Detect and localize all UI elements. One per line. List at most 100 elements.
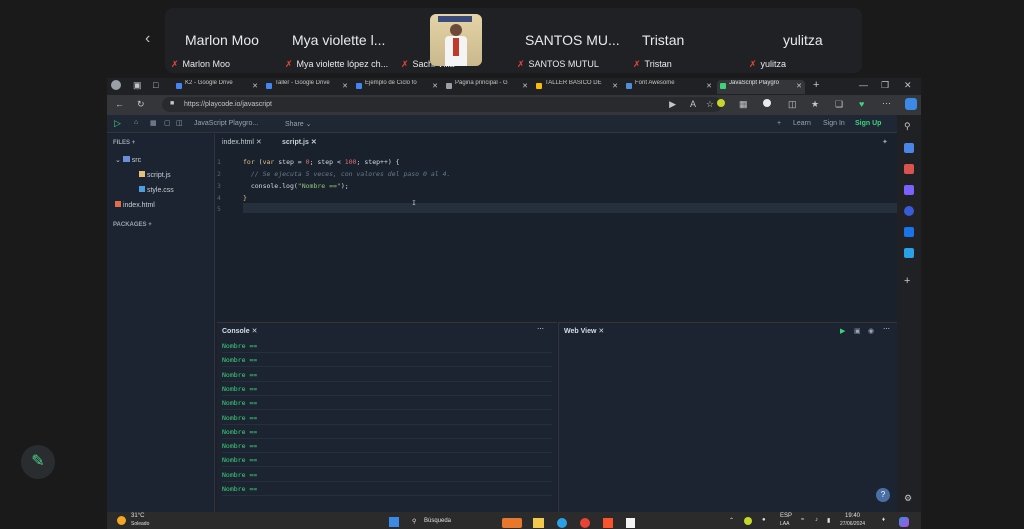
notifications-bell-icon[interactable]: ♦ — [882, 517, 885, 523]
new-tab-icon[interactable]: + — [813, 79, 819, 91]
window-close-icon[interactable]: ✕ — [904, 80, 912, 91]
chevron-up-icon[interactable]: ⌃ — [729, 517, 734, 524]
tab-taller-basico[interactable]: TALLER BÁSICO DE ✕ — [533, 80, 621, 94]
learn-link[interactable]: Learn — [793, 120, 811, 127]
refresh-icon[interactable]: ↻ — [137, 99, 145, 110]
close-icon[interactable]: ✕ — [432, 82, 438, 90]
close-icon[interactable]: ✕ — [598, 328, 604, 335]
shopping-icon[interactable] — [904, 143, 914, 153]
close-icon[interactable]: ✕ — [796, 82, 802, 90]
pencil-icon[interactable]: ✎ — [21, 445, 55, 479]
home-icon[interactable]: ⌂ — [134, 119, 138, 126]
copilot-icon[interactable] — [905, 98, 917, 110]
tools-icon[interactable] — [904, 164, 914, 174]
close-icon[interactable]: ✕ — [311, 139, 317, 146]
wifi-icon[interactable]: ≈ — [801, 517, 804, 523]
run-icon[interactable]: ▶ — [840, 327, 845, 335]
signin-link[interactable]: Sign In — [823, 120, 845, 127]
tab-pagina-principal[interactable]: Página principal - G ✕ — [443, 80, 531, 94]
sidebar-toggle-icon[interactable]: ◫ — [176, 119, 183, 127]
browser-essentials-icon[interactable]: ♥ — [859, 99, 864, 109]
plus-icon[interactable]: + — [777, 120, 781, 127]
add-package-icon[interactable]: + — [148, 222, 152, 228]
document-icon[interactable] — [626, 518, 635, 528]
clock-date[interactable]: 27/06/2024 — [840, 521, 865, 527]
panel-icon[interactable]: ▢ — [164, 119, 171, 127]
tray-app-icon[interactable] — [744, 517, 752, 525]
tab-font-awesome[interactable]: Font Awesome ✕ — [623, 80, 715, 94]
editor-tab-script-js[interactable]: script.js ✕ — [282, 138, 317, 146]
split-screen-icon[interactable]: ◫ — [788, 99, 797, 110]
more-icon[interactable]: ⋯ — [537, 325, 544, 333]
tree-item-index-html[interactable]: index.html — [115, 201, 155, 209]
extensions-icon[interactable]: ▦ — [739, 99, 748, 110]
microsoft-365-icon[interactable] — [904, 206, 914, 216]
games-icon[interactable] — [904, 185, 914, 195]
copilot-icon[interactable] — [899, 517, 909, 527]
close-icon[interactable]: ✕ — [706, 82, 712, 90]
tab-javascript-playground[interactable]: JavaScript Playgro ✕ — [717, 80, 805, 94]
windows-start-icon[interactable] — [389, 517, 399, 527]
tab-actions-icon[interactable]: □ — [153, 80, 158, 90]
tree-item-src[interactable]: ⌄ src — [115, 156, 141, 164]
share-button[interactable]: Share ⌄ — [285, 120, 312, 128]
address-input[interactable]: ■ https://playcode.io/javascript ▶ A ☆ — [162, 97, 722, 112]
volume-icon[interactable]: ♪ — [815, 517, 818, 523]
favorite-star-icon[interactable]: ☆ — [706, 99, 714, 110]
clock-time[interactable]: 19:40 — [845, 513, 860, 519]
tab-ejemplo[interactable]: Ejemplo de Ciclo fo ✕ — [353, 80, 441, 94]
back-icon[interactable]: ← — [115, 99, 124, 109]
more-icon[interactable]: ⋯ — [882, 98, 891, 109]
search-icon[interactable]: ⚲ — [904, 121, 914, 131]
extension-icon[interactable] — [717, 99, 725, 107]
profile-icon[interactable] — [763, 99, 771, 107]
search-icon[interactable]: ⚲ — [412, 518, 416, 525]
signup-button[interactable]: Sign Up — [855, 120, 881, 127]
add-file-icon[interactable]: + — [132, 140, 136, 146]
close-icon[interactable]: ✕ — [612, 82, 618, 90]
devices-icon[interactable]: ▣ — [854, 327, 861, 335]
restore-icon[interactable]: ❐ — [881, 80, 889, 91]
tree-item-style-css[interactable]: style.css — [139, 186, 174, 194]
chrome-icon[interactable] — [580, 518, 590, 528]
close-icon[interactable]: ✕ — [342, 82, 348, 90]
weather-icon[interactable] — [117, 516, 126, 525]
collections-icon[interactable]: ❏ — [835, 99, 843, 110]
battery-icon[interactable]: ▮ — [827, 517, 830, 524]
chevron-left-icon[interactable]: ‹ — [145, 30, 150, 48]
close-icon[interactable]: ✕ — [252, 82, 258, 90]
brave-icon[interactable] — [603, 518, 613, 528]
file-explorer-icon[interactable] — [533, 518, 544, 528]
webview-tab[interactable]: Web View ✕ — [564, 327, 604, 335]
profile-avatar[interactable] — [111, 80, 121, 90]
more-icon[interactable]: ⋯ — [883, 325, 890, 333]
settings-gear-icon[interactable]: ⚙ — [904, 493, 914, 503]
edge-icon[interactable] — [557, 518, 567, 528]
tree-item-script-js[interactable]: script.js — [139, 171, 171, 179]
playcode-logo-icon[interactable]: ▷ — [114, 118, 121, 129]
close-icon[interactable]: ✕ — [252, 328, 258, 335]
minimize-icon[interactable]: — — [859, 80, 868, 90]
favorites-icon[interactable]: ★ — [811, 99, 819, 110]
tab-k2-drive[interactable]: K2 - Google Drive ✕ — [173, 80, 261, 94]
taskbar-search[interactable]: Búsqueda — [424, 518, 451, 524]
close-icon[interactable]: ✕ — [256, 139, 262, 146]
project-name[interactable]: JavaScript Playgro... — [194, 120, 258, 127]
read-aloud-icon[interactable]: ▶ — [669, 99, 676, 110]
text-size-icon[interactable]: A — [690, 99, 696, 109]
sparkle-icon[interactable]: ✦ — [882, 138, 888, 146]
layout-icon[interactable]: ▦ — [150, 119, 157, 127]
app-icon[interactable] — [502, 518, 522, 528]
workspaces-icon[interactable]: ▣ — [133, 80, 142, 91]
editor-tab-index-html[interactable]: index.html ✕ — [222, 138, 262, 146]
close-icon[interactable]: ✕ — [522, 82, 528, 90]
microphone-icon[interactable]: ● — [762, 517, 766, 523]
participant-video[interactable] — [430, 14, 482, 66]
help-icon[interactable]: ? — [876, 488, 890, 502]
drop-icon[interactable] — [904, 248, 914, 258]
console-tab[interactable]: Console ✕ — [222, 327, 257, 335]
add-icon[interactable]: + — [904, 275, 914, 287]
input-language[interactable]: ESP — [780, 513, 792, 519]
tab-taller-drive[interactable]: Taller - Google Drive ✕ — [263, 80, 351, 94]
globe-icon[interactable]: ◉ — [868, 327, 874, 335]
